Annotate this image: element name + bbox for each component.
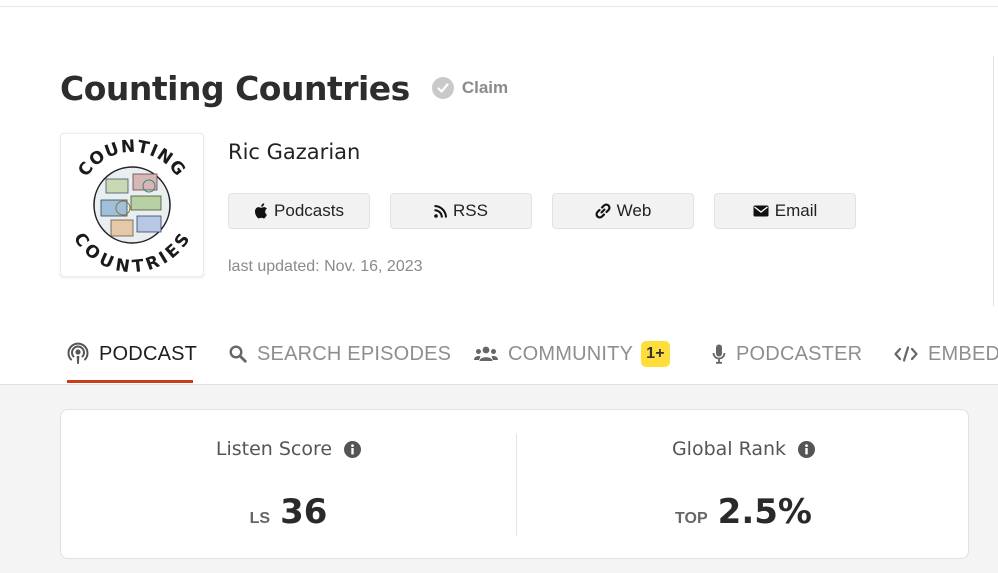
author-name: Ric Gazarian (228, 140, 361, 164)
claim-button[interactable]: Claim (431, 77, 509, 99)
global-rank-value: 2.5% (717, 492, 812, 532)
stats-card: Listen Score LS 36 Global Rank TOP 2.5% (60, 409, 969, 559)
global-rank-prefix: TOP (675, 510, 708, 527)
email-button[interactable]: Email (714, 193, 856, 229)
tab-label: EMBED (928, 342, 998, 365)
podcast-icon (67, 342, 89, 364)
tab-community[interactable]: COMMUNITY 1+ (474, 324, 670, 384)
page-title: Counting Countries (60, 68, 410, 108)
global-rank-stat: Global Rank TOP 2.5% (516, 410, 971, 560)
artwork-logo: COUNTING COUNTRIES (69, 137, 194, 278)
web-button[interactable]: Web (552, 193, 694, 229)
rss-button[interactable]: RSS (390, 193, 532, 229)
tab-label: COMMUNITY (508, 342, 634, 365)
info-icon[interactable] (344, 440, 362, 458)
microphone-icon (712, 344, 726, 364)
podcast-artwork: COUNTING COUNTRIES (60, 133, 204, 277)
link-label: Email (774, 201, 818, 220)
tab-bar: PODCAST SEARCH EPISODES COMMUNITY 1+ POD… (0, 324, 998, 385)
global-rank-label: Global Rank (671, 438, 787, 460)
tab-label: PODCASTER (736, 342, 863, 365)
community-badge: 1+ (641, 341, 670, 367)
envelope-icon (753, 205, 769, 217)
active-tab-indicator (67, 380, 193, 383)
tab-label: SEARCH EPISODES (257, 342, 452, 365)
tab-podcast[interactable]: PODCAST (67, 324, 197, 384)
link-label: Podcasts (274, 201, 344, 220)
apple-podcasts-button[interactable]: Podcasts (228, 193, 370, 229)
check-circle-icon (431, 77, 454, 99)
info-icon[interactable] (798, 440, 816, 458)
top-divider (0, 6, 998, 7)
title-row: Counting Countries Claim (60, 66, 508, 110)
listen-score-value: 36 (280, 492, 328, 532)
search-icon (229, 345, 247, 363)
link-icon (595, 203, 611, 219)
apple-icon (255, 203, 267, 219)
users-icon (474, 346, 498, 361)
rss-icon (434, 204, 448, 218)
link-label: Web (616, 201, 652, 220)
link-label: RSS (453, 201, 488, 220)
tab-embed[interactable]: EMBED (894, 324, 998, 384)
last-updated: last updated: Nov. 16, 2023 (228, 258, 423, 275)
scroll-edge (993, 56, 994, 306)
link-buttons: Podcasts RSS Web Email (228, 193, 876, 229)
listen-score-label: Listen Score (215, 438, 333, 460)
tab-podcaster[interactable]: PODCASTER (712, 324, 862, 384)
claim-label: Claim (461, 78, 509, 97)
tab-search-episodes[interactable]: SEARCH EPISODES (229, 324, 451, 384)
listen-score-prefix: LS (249, 510, 271, 527)
code-icon (894, 346, 918, 362)
tab-label: PODCAST (99, 342, 198, 365)
listen-score-stat: Listen Score LS 36 (61, 410, 516, 560)
